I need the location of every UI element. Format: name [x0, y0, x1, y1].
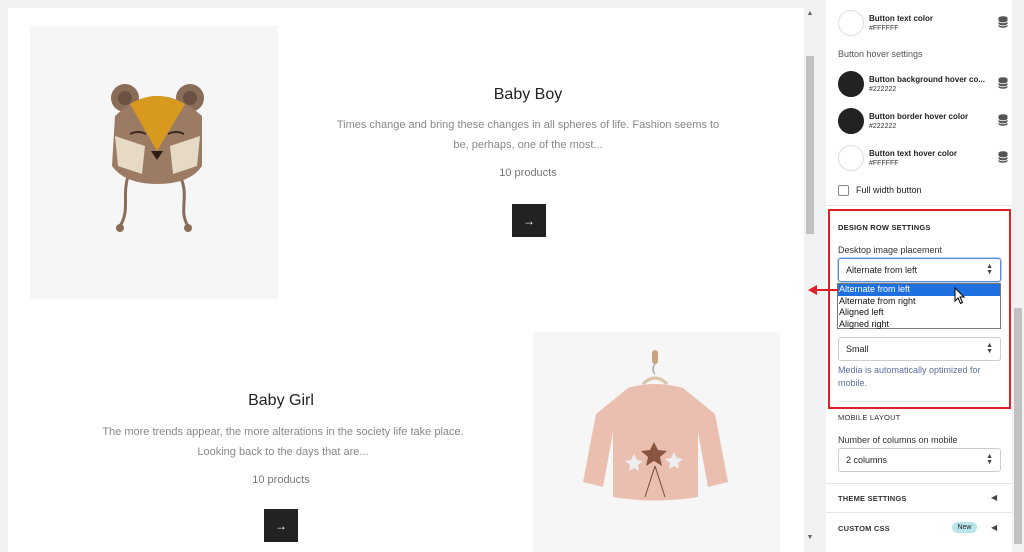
color-setting-label: Button text hover color: [869, 149, 958, 158]
database-icon[interactable]: [998, 114, 1008, 126]
caret-left-icon[interactable]: ◀: [991, 493, 997, 502]
button-hover-settings-heading: Button hover settings: [838, 49, 923, 59]
color-setting-label: Button background hover co...: [869, 75, 986, 84]
color-setting-label: Button text color: [869, 14, 933, 23]
section-divider: [826, 483, 1012, 484]
color-setting-hex: #FFFFFF: [869, 25, 899, 32]
select-caret-icon: ▲ ▼: [986, 453, 993, 466]
database-icon[interactable]: [998, 77, 1008, 89]
preview-scrollbar[interactable]: ▲ ▼: [804, 8, 816, 544]
mobile-layout-heading: MOBILE LAYOUT: [838, 413, 901, 422]
mouse-cursor-icon: [954, 287, 966, 305]
collection-title-baby-boy[interactable]: Baby Boy: [428, 86, 628, 104]
color-setting-hex: #222222: [869, 123, 897, 130]
collection-image-baby-girl[interactable]: [533, 332, 780, 552]
color-swatch[interactable]: [838, 108, 864, 134]
color-swatch[interactable]: [838, 145, 864, 171]
section-divider: [826, 512, 1012, 513]
collection-count-baby-girl: 10 products: [252, 474, 310, 486]
collection-arrow-button[interactable]: →: [512, 204, 546, 237]
collection-arrow-button[interactable]: →: [264, 509, 298, 542]
color-setting-hex: #FFFFFF: [869, 160, 899, 167]
color-setting-label: Button border hover color: [869, 112, 969, 121]
collection-title-baby-girl[interactable]: Baby Girl: [181, 392, 381, 410]
caret-left-icon[interactable]: ◀: [991, 523, 997, 532]
knit-hat-image: [111, 84, 204, 232]
button-border-hover-color-setting[interactable]: Button border hover color #222222: [838, 108, 1008, 136]
annotation-highlight-box: [828, 209, 1011, 409]
theme-settings-section[interactable]: THEME SETTINGS: [838, 494, 907, 503]
scroll-up-arrow-icon[interactable]: ▲: [804, 8, 816, 20]
collection-count-baby-boy: 10 products: [499, 167, 557, 179]
new-badge: New: [952, 522, 977, 533]
select-value: 2 columns: [846, 455, 888, 465]
button-text-color-setting[interactable]: Button text color #FFFFFF: [838, 10, 1008, 38]
full-width-button-label[interactable]: Full width button: [856, 185, 922, 195]
preview-scrollbar-thumb[interactable]: [806, 56, 814, 234]
mobile-columns-label: Number of columns on mobile: [838, 435, 958, 445]
store-preview: Baby Boy Times change and bring these ch…: [8, 8, 804, 552]
color-setting-hex: #222222: [869, 86, 897, 93]
database-icon[interactable]: [998, 151, 1008, 163]
custom-css-section[interactable]: CUSTOM CSS: [838, 524, 890, 533]
sidebar-scrollbar-thumb[interactable]: [1014, 308, 1022, 544]
full-width-button-checkbox[interactable]: [838, 185, 849, 196]
section-divider: [826, 205, 1012, 206]
color-swatch[interactable]: [838, 10, 864, 36]
collection-image-baby-boy[interactable]: [30, 26, 278, 299]
arrow-right-icon: →: [275, 518, 287, 533]
database-icon[interactable]: [998, 16, 1008, 28]
sidebar-scrollbar[interactable]: [1012, 0, 1024, 552]
pink-sweater-image: [583, 350, 728, 501]
arrow-right-icon: →: [523, 213, 535, 228]
collection-description-baby-girl: The more trends appear, the more alterat…: [102, 426, 464, 458]
scroll-down-arrow-icon[interactable]: ▼: [804, 532, 816, 544]
collection-description-baby-boy: Times change and bring these changes in …: [336, 119, 720, 151]
button-background-hover-color-setting[interactable]: Button background hover co... #222222: [838, 71, 1008, 99]
mobile-columns-select[interactable]: 2 columns ▲ ▼: [838, 448, 1001, 472]
annotation-arrow-icon: [808, 285, 838, 295]
color-swatch[interactable]: [838, 71, 864, 97]
button-text-hover-color-setting[interactable]: Button text hover color #FFFFFF: [838, 145, 1008, 173]
